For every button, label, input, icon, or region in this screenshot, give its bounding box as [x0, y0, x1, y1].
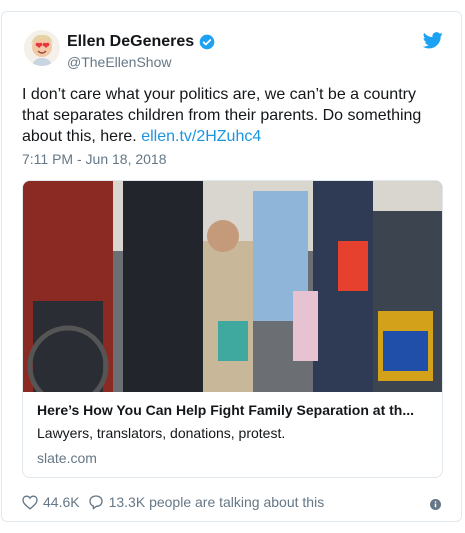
- link-preview-card[interactable]: Here’s How You Can Help Fight Family Sep…: [22, 180, 443, 478]
- avatar[interactable]: [24, 30, 60, 66]
- tweet-card: Ellen DeGeneres @TheEllenShow I don’t ca…: [1, 11, 462, 522]
- link-card-title[interactable]: Here’s How You Can Help Fight Family Sep…: [37, 402, 432, 418]
- twitter-bird-icon[interactable]: [423, 32, 443, 49]
- talking-count[interactable]: 13.3K people are talking about this: [109, 494, 325, 510]
- tweet-link[interactable]: ellen.tv/2HZuhc4: [141, 128, 261, 145]
- link-card-domain: slate.com: [37, 450, 97, 466]
- comment-action[interactable]: 13.3K people are talking about this: [88, 494, 325, 510]
- tweet-actions: 44.6K 13.3K people are talking about thi…: [22, 494, 332, 510]
- like-action[interactable]: 44.6K: [22, 494, 80, 510]
- verified-badge-icon: [199, 34, 215, 50]
- link-preview-image[interactable]: [23, 181, 442, 392]
- like-count[interactable]: 44.6K: [43, 494, 80, 510]
- comment-icon[interactable]: [88, 494, 104, 510]
- tweet-text: I don’t care what your politics are, we …: [22, 84, 447, 147]
- author-name[interactable]: Ellen DeGeneres: [67, 32, 194, 52]
- tweet-timestamp[interactable]: 7:11 PM - Jun 18, 2018: [22, 151, 167, 167]
- info-icon[interactable]: [430, 499, 441, 510]
- heart-icon[interactable]: [22, 494, 38, 510]
- author-name-row[interactable]: Ellen DeGeneres: [67, 32, 215, 52]
- link-card-description: Lawyers, translators, donations, protest…: [37, 425, 286, 441]
- author-handle[interactable]: @TheEllenShow: [67, 53, 172, 71]
